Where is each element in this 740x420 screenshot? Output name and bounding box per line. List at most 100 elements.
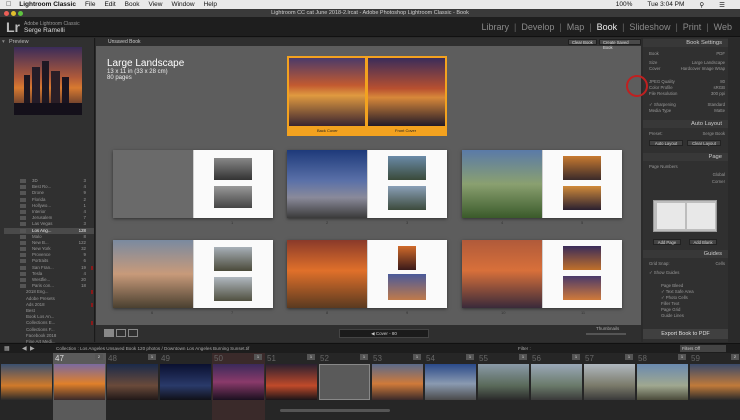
filmstrip-thumb[interactable]: 48 1	[106, 353, 159, 420]
pier-photo[interactable]	[214, 158, 252, 180]
page-navigator[interactable]: ◀ Cover - 80	[339, 329, 429, 338]
create-saved-book-button[interactable]: Create Saved Book	[599, 39, 641, 50]
building-photo[interactable]	[388, 156, 426, 180]
coast-photo[interactable]	[113, 240, 193, 308]
checkbox-icon[interactable]: ✓	[649, 102, 653, 107]
tree-photo[interactable]	[398, 246, 416, 270]
clear-layout-button[interactable]: Clear Layout	[687, 140, 721, 146]
grid-snap-row[interactable]: Grid Snap: Cells	[649, 261, 725, 266]
page-spread[interactable]	[287, 150, 447, 218]
page-layout-thumbnail[interactable]	[653, 200, 717, 232]
module-web[interactable]: Web	[710, 22, 736, 32]
sunset-photo[interactable]	[563, 156, 601, 180]
book-settings-header[interactable]: Book Settings	[643, 39, 728, 47]
page-header[interactable]: Page	[643, 153, 728, 161]
page-spread[interactable]	[462, 150, 622, 218]
building-photo[interactable]	[388, 186, 426, 210]
spread-view-icon[interactable]	[116, 329, 126, 337]
back-cover-photo[interactable]	[289, 58, 365, 126]
filmstrip-thumb[interactable]: 49	[159, 353, 212, 420]
guide-guide-lines[interactable]: Guide Lines	[661, 313, 737, 318]
file-resolution-row[interactable]: File Resolution 300 ppi	[649, 91, 725, 96]
right-panel-scrollbar[interactable]	[728, 38, 740, 342]
filmstrip-thumb[interactable]	[0, 353, 53, 420]
preset-row[interactable]: Preset: Serge Book	[649, 131, 725, 136]
menu-book[interactable]: Book	[125, 1, 140, 8]
city-photo[interactable]	[563, 276, 601, 300]
menu-help[interactable]: Help	[204, 1, 217, 8]
city-sunset-photo[interactable]	[462, 240, 542, 308]
menu-app[interactable]: Lightroom Classic	[19, 1, 76, 8]
close-window-icon[interactable]	[4, 11, 9, 16]
module-book[interactable]: Book	[593, 22, 622, 32]
page-numbers-row[interactable]: Page Numbers	[649, 164, 725, 169]
forward-arrow-icon[interactable]: ▶	[30, 345, 35, 352]
cover-spread[interactable]: Back Cover Front Cover	[287, 56, 447, 136]
sharpening-row[interactable]: ✓ Sharpening Standard	[649, 102, 725, 107]
page-spread[interactable]	[287, 240, 447, 308]
guide-text-safe-area[interactable]: ✓ Text Safe Area	[661, 289, 737, 294]
menu-file[interactable]: File	[85, 1, 95, 8]
show-guides-row[interactable]: ✓ Show Guides	[649, 270, 725, 275]
color-profile-row[interactable]: Color Profile sRGB	[649, 85, 725, 90]
module-slideshow[interactable]: Slideshow	[625, 22, 674, 32]
menu-edit[interactable]: Edit	[104, 1, 115, 8]
pier-photo[interactable]	[214, 186, 252, 208]
media-type-row[interactable]: Media Type Matte	[649, 108, 725, 113]
add-page-button[interactable]: Add Page	[653, 239, 681, 245]
export-book-button[interactable]: Export Book to PDF	[643, 329, 728, 339]
add-blank-button[interactable]: Add Blank	[689, 239, 717, 245]
concert-hall-photo[interactable]	[287, 150, 367, 218]
sunset-photo[interactable]	[563, 186, 601, 210]
auto-layout-header[interactable]: Auto Layout	[643, 120, 728, 128]
apple-icon[interactable]: 	[6, 1, 11, 8]
search-icon[interactable]: ⚲	[699, 1, 704, 9]
module-print[interactable]: Print	[679, 22, 706, 32]
auto-layout-button[interactable]: Auto Layout	[649, 140, 683, 146]
size-row[interactable]: Size Large Landscape	[649, 60, 725, 65]
jpeg-quality-row[interactable]: JPEG Quality 80	[649, 79, 725, 84]
guide-photo-cells[interactable]: ✓ Photo Cells	[661, 295, 737, 300]
module-library[interactable]: Library	[477, 22, 513, 32]
zoom-window-icon[interactable]	[18, 11, 23, 16]
filmstrip-source[interactable]: Collection : Los Angeles Unsaved Book 12…	[56, 346, 249, 351]
filmstrip-thumb[interactable]: 54 1	[424, 353, 477, 420]
mansion-photo[interactable]	[462, 150, 542, 218]
page-spread[interactable]	[462, 240, 622, 308]
front-cover-photo[interactable]	[368, 58, 445, 126]
module-map[interactable]: Map	[563, 22, 589, 32]
guide-filler-text[interactable]: Filler Text	[661, 301, 737, 306]
filter-dropdown[interactable]: Filters Off	[680, 345, 726, 352]
menu-window[interactable]: Window	[171, 1, 194, 8]
menu-view[interactable]: View	[148, 1, 162, 8]
minimize-window-icon[interactable]	[11, 11, 16, 16]
filmstrip-thumb[interactable]: 58 1	[636, 353, 689, 420]
filmstrip-scrollbar[interactable]	[280, 409, 390, 412]
single-page-view-icon[interactable]	[128, 329, 138, 337]
page-spread[interactable]	[113, 240, 273, 308]
filmstrip-thumb-selected[interactable]: 47 2	[53, 353, 106, 420]
collapse-triangle-icon[interactable]: ▾	[2, 38, 5, 46]
book-type-row[interactable]: Book PDF	[649, 51, 725, 56]
back-arrow-icon[interactable]: ◀	[22, 345, 27, 352]
house-photo[interactable]	[388, 274, 426, 300]
city-photo[interactable]	[563, 246, 601, 270]
thumbnail-size-slider[interactable]	[586, 333, 626, 335]
clear-book-button[interactable]: Clear Book	[568, 39, 597, 45]
filmstrip-thumb[interactable]: 55 1	[477, 353, 530, 420]
bridge-photo[interactable]	[214, 247, 252, 271]
orange-sunset-photo[interactable]	[287, 240, 367, 308]
guide-page-grid[interactable]: Page Grid	[661, 307, 737, 312]
multi-page-view-icon[interactable]	[104, 329, 114, 337]
guide-page-bleed[interactable]: Page Bleed	[661, 283, 737, 288]
filmstrip-thumb[interactable]: 57 1	[583, 353, 636, 420]
bridge-photo[interactable]	[214, 277, 252, 301]
filmstrip-thumb[interactable]: 59 2	[689, 353, 740, 420]
filmstrip-thumb[interactable]: 56 1	[530, 353, 583, 420]
guides-header[interactable]: Guides	[643, 250, 728, 258]
cover-row[interactable]: Cover Hardcover Image Wrap	[649, 66, 725, 71]
filmstrip-thumb[interactable]: 50 1	[212, 353, 265, 420]
module-develop[interactable]: Develop	[517, 22, 558, 32]
grid-icon[interactable]: ▦	[4, 345, 10, 352]
preview-panel-header[interactable]: ▾ Preview	[0, 38, 94, 46]
